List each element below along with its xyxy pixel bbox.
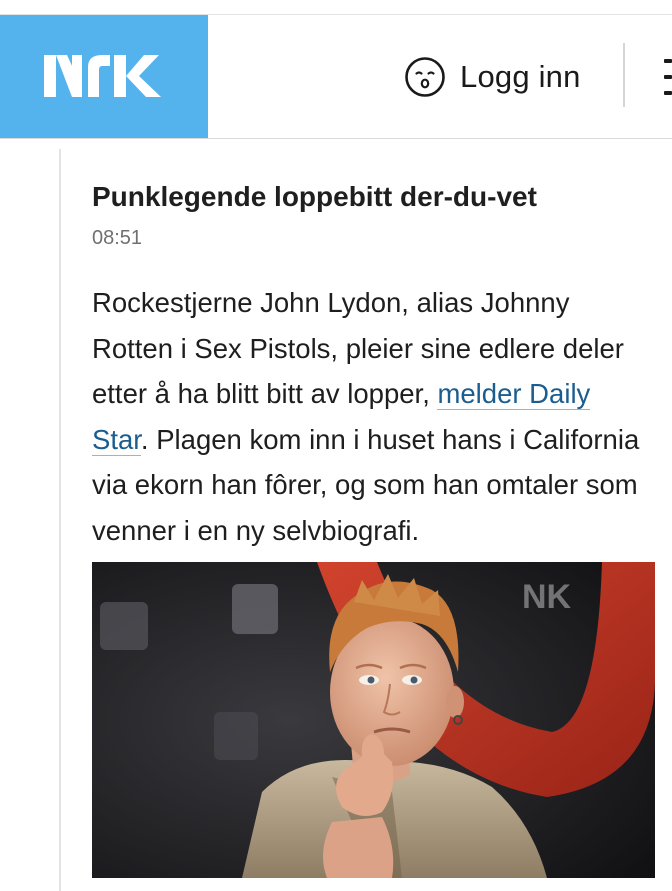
nrk-logo-icon <box>44 55 161 97</box>
article-title: Punklegende loppebitt der-du-vet <box>92 181 537 212</box>
nrk-logo[interactable] <box>0 15 208 138</box>
user-face-icon <box>405 57 445 97</box>
news-article: Punklegende loppebitt der-du-vet 08:51 R… <box>92 176 652 546</box>
article-body: Rockestjerne John Lydon, alias Johnny Ro… <box>92 280 652 553</box>
backdrop-nrk-text: NK <box>522 578 572 616</box>
article-rail <box>59 149 61 891</box>
page: Logg inn Punklegende loppebitt der-du-ve… <box>0 0 672 891</box>
article-photo: NK <box>92 562 655 878</box>
article-time: 08:51 <box>92 227 143 249</box>
login-label: Logg inn <box>460 59 581 94</box>
login-button[interactable]: Logg inn <box>404 53 581 101</box>
more-vertical-icon[interactable] <box>660 59 672 99</box>
john-lydon-photo: NK <box>92 562 655 878</box>
header-separator <box>623 43 625 107</box>
site-header: Logg inn <box>0 15 672 139</box>
article-body-text-2: . Plagen kom inn i huset hans i Californ… <box>92 423 640 546</box>
